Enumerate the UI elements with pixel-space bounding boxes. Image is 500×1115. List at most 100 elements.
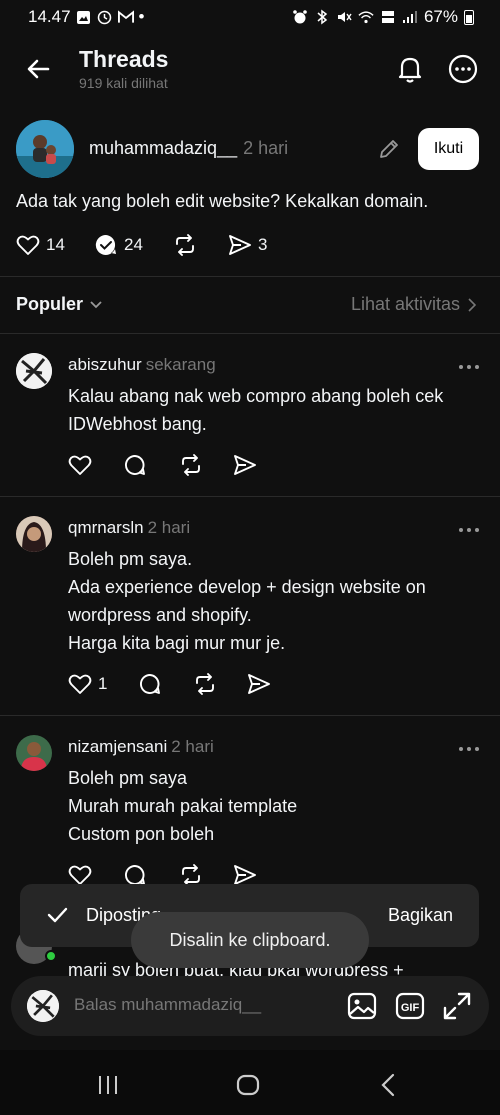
check-icon bbox=[47, 907, 68, 923]
post-actions: 14 24 3 bbox=[16, 232, 486, 258]
avatar[interactable] bbox=[16, 516, 52, 552]
post-text: Ada tak yang boleh edit website? Kekalka… bbox=[16, 191, 429, 211]
reply-time: sekarang bbox=[145, 355, 216, 374]
clipboard-snackbar: Disalin ke clipboard. bbox=[131, 912, 369, 968]
reply-line: IDWebhost bang. bbox=[68, 414, 207, 434]
reply-line: Murah murah pakai template bbox=[68, 796, 298, 816]
more-dots-icon bbox=[459, 365, 479, 369]
divider bbox=[0, 276, 500, 277]
send-icon bbox=[234, 455, 256, 475]
more-dots-icon bbox=[459, 528, 479, 532]
sort-bar: Populer Lihat aktivitas bbox=[0, 282, 500, 328]
avatar[interactable] bbox=[16, 735, 52, 771]
gallery-notification-icon bbox=[76, 9, 92, 25]
reply-bubble-icon bbox=[95, 234, 116, 255]
status-bar: 14.47 • 67% bbox=[0, 0, 500, 34]
avatar[interactable] bbox=[16, 353, 52, 389]
reply-username[interactable]: nizamjensani bbox=[68, 737, 167, 756]
reply-input[interactable] bbox=[74, 995, 329, 1015]
comment-button[interactable] bbox=[138, 671, 162, 697]
gif-icon: GIF bbox=[395, 992, 425, 1020]
share-button[interactable] bbox=[233, 452, 257, 478]
post-username[interactable]: muhammadaziq__ bbox=[89, 138, 237, 158]
repost-icon bbox=[196, 673, 214, 695]
share-button[interactable]: 3 bbox=[228, 232, 267, 258]
history-notification-icon bbox=[97, 9, 113, 25]
reply-author[interactable]: qmrnarsln 2 hari bbox=[68, 518, 190, 538]
reply-author[interactable]: abiszuhur sekarang bbox=[68, 355, 216, 375]
reply-item: abiszuhur sekarang Kalau abang nak web co… bbox=[0, 353, 500, 483]
comment-bubble-icon bbox=[124, 455, 145, 475]
back-arrow-icon bbox=[27, 59, 50, 79]
system-back-button[interactable] bbox=[374, 1070, 404, 1100]
alarm-icon bbox=[292, 9, 308, 25]
reply-author[interactable]: nizamjensani 2 hari bbox=[68, 737, 214, 757]
reply-actions: 1 bbox=[68, 671, 308, 697]
reply-text: Boleh pm saya. Ada experience develop + … bbox=[68, 545, 426, 657]
more-options-button[interactable] bbox=[446, 52, 480, 86]
divider bbox=[0, 333, 500, 334]
repost-button[interactable] bbox=[192, 671, 218, 697]
home-icon bbox=[236, 1074, 260, 1096]
heart-icon bbox=[68, 455, 92, 475]
reply-more-button[interactable] bbox=[456, 739, 482, 759]
recent-apps-button[interactable] bbox=[93, 1070, 123, 1100]
more-circle-icon bbox=[448, 54, 478, 84]
signal-icon bbox=[402, 9, 418, 25]
gif-button[interactable]: GIF bbox=[394, 990, 426, 1022]
like-button[interactable]: 14 bbox=[16, 232, 65, 258]
back-button[interactable] bbox=[22, 52, 56, 86]
expand-icon bbox=[443, 992, 471, 1020]
reply-line: Boleh pm saya bbox=[68, 768, 188, 788]
image-icon bbox=[347, 992, 377, 1020]
reply-actions bbox=[68, 452, 308, 478]
battery-percent: 67% bbox=[423, 7, 458, 26]
thread-header: Threads 919 kali dilihat bbox=[0, 40, 500, 102]
reply-line: Ada experience develop + design website … bbox=[68, 577, 426, 597]
expand-composer-button[interactable] bbox=[441, 990, 473, 1022]
notifications-button[interactable] bbox=[393, 52, 427, 86]
send-icon bbox=[248, 674, 270, 694]
reply-more-button[interactable] bbox=[456, 357, 482, 377]
like-button[interactable] bbox=[68, 452, 92, 478]
heart-icon bbox=[68, 674, 92, 694]
divider bbox=[0, 496, 500, 497]
reply-username[interactable]: abiszuhur bbox=[68, 355, 142, 374]
post-author[interactable]: muhammadaziq__ 2 hari bbox=[89, 138, 288, 159]
edit-button[interactable] bbox=[376, 136, 402, 162]
reply-line: Kalau abang nak web compro abang boleh c… bbox=[68, 386, 444, 406]
attach-image-button[interactable] bbox=[346, 990, 378, 1022]
repost-button[interactable] bbox=[178, 452, 204, 478]
reply-composer: GIF bbox=[11, 976, 489, 1036]
share-count: 3 bbox=[258, 235, 268, 254]
system-nav-bar bbox=[0, 1050, 500, 1115]
share-button[interactable] bbox=[247, 671, 271, 697]
heart-icon bbox=[68, 865, 92, 885]
follow-button[interactable]: Ikuti bbox=[418, 128, 479, 170]
repost-icon bbox=[176, 234, 194, 256]
reply-username[interactable]: qmrnarsln bbox=[68, 518, 144, 537]
view-activity-label: Lihat aktivitas bbox=[350, 294, 460, 314]
reply-line: Custom pon boleh bbox=[68, 824, 215, 844]
comment-button[interactable] bbox=[123, 452, 147, 478]
battery-icon bbox=[464, 9, 474, 25]
chevron-right-icon bbox=[468, 297, 476, 312]
pencil-icon bbox=[380, 140, 398, 158]
like-count: 14 bbox=[46, 235, 65, 254]
reply-button[interactable]: 24 bbox=[94, 232, 143, 258]
page-title: Threads bbox=[79, 46, 169, 72]
bluetooth-icon bbox=[314, 9, 330, 25]
sort-dropdown[interactable]: Populer bbox=[16, 294, 103, 315]
heart-icon bbox=[16, 235, 40, 255]
view-activity-link[interactable]: Lihat aktivitas bbox=[351, 294, 476, 315]
wifi-icon bbox=[358, 9, 374, 25]
more-dots-icon bbox=[459, 747, 479, 751]
home-button[interactable] bbox=[233, 1070, 263, 1100]
share-toast-button[interactable]: Bagikan bbox=[388, 905, 453, 926]
avatar[interactable] bbox=[16, 120, 74, 178]
repost-icon bbox=[182, 454, 200, 476]
reply-more-button[interactable] bbox=[456, 520, 482, 540]
repost-button[interactable] bbox=[172, 232, 198, 258]
view-count: 919 kali dilihat bbox=[79, 75, 168, 91]
like-button[interactable]: 1 bbox=[68, 671, 107, 697]
